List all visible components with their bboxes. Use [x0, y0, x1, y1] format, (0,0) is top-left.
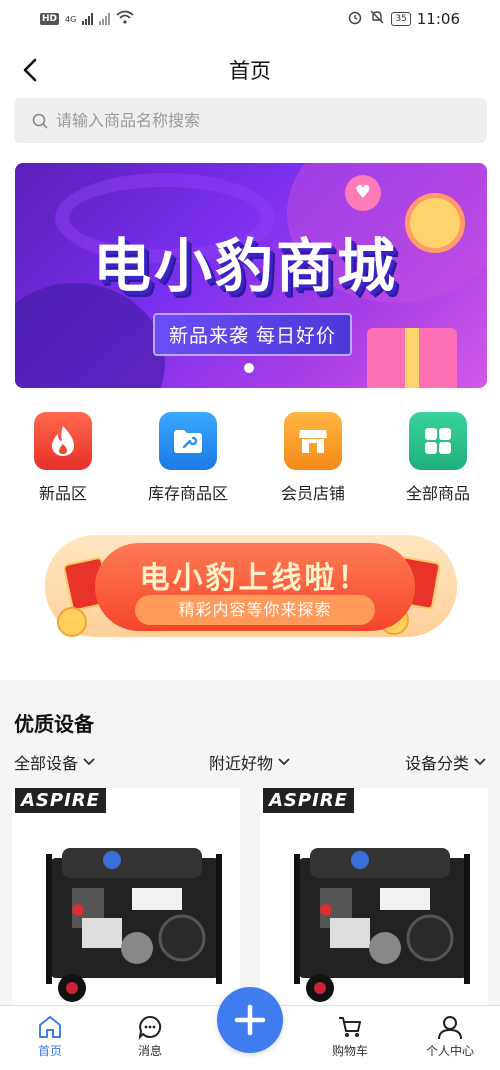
tab-home[interactable]: 首页 [10, 1014, 90, 1059]
tab-label: 首页 [37, 1044, 62, 1058]
featured-equipment-section: 优质设备 全部设备 附近好物 设备分类 ASPIRE ASPIRE [0, 680, 500, 1008]
section-title: 优质设备 [14, 712, 94, 736]
coin-icon [57, 607, 87, 637]
cart-icon [339, 1017, 361, 1037]
quick-nav-label: 新品区 [38, 484, 87, 503]
battery-icon: 35 [391, 12, 411, 26]
quick-nav-label: 会员店铺 [280, 484, 345, 503]
banner-subtitle: 新品来袭 每日好价 [153, 313, 353, 356]
tab-messages[interactable]: 消息 [110, 1014, 190, 1059]
clock-time: 11:06 [416, 10, 460, 28]
status-left: HD 4G [40, 10, 134, 28]
quick-nav-new[interactable]: 新品区 [3, 412, 123, 504]
chevron-down-icon [83, 758, 95, 766]
filter-nearby[interactable]: 附近好物 [209, 750, 291, 774]
brand-logo: ASPIRE [263, 788, 354, 813]
folder-wrench-icon [159, 412, 217, 470]
alarm-icon [347, 9, 363, 29]
message-icon [138, 1015, 162, 1040]
filter-category[interactable]: 设备分类 [405, 750, 487, 774]
tab-profile[interactable]: 个人中心 [410, 1014, 490, 1059]
mute-icon [369, 9, 385, 29]
clock-icon [405, 193, 465, 253]
launch-promo[interactable]: 电小豹上线啦！ 精彩内容等你来探索 [45, 535, 457, 643]
chevron-left-icon [23, 58, 37, 82]
shop-icon [284, 412, 342, 470]
quick-nav-member-shop[interactable]: 会员店铺 [253, 412, 373, 504]
quick-nav-label: 库存商品区 [147, 484, 228, 503]
quick-nav: 新品区 库存商品区 会员店铺 全部商品 [0, 412, 500, 507]
filter-label: 附近好物 [209, 754, 274, 773]
generator-image [46, 848, 222, 1002]
generator-image [294, 848, 470, 1002]
plus-icon [234, 1004, 266, 1036]
brand-logo: ASPIRE [15, 788, 106, 813]
filter-all-equipment[interactable]: 全部设备 [14, 750, 96, 774]
tab-label: 购物车 [331, 1044, 368, 1058]
add-button[interactable] [217, 987, 283, 1053]
page-title: 首页 [229, 59, 271, 83]
nav-header: 首页 [0, 48, 500, 92]
network-label: 4G [65, 14, 77, 24]
tab-label: 消息 [137, 1044, 162, 1058]
status-right: 35 11:06 [347, 9, 460, 29]
gift-icon [367, 328, 457, 388]
search-input[interactable] [56, 111, 456, 130]
wifi-icon [116, 10, 134, 28]
filter-label: 全部设备 [14, 754, 79, 773]
back-button[interactable] [16, 54, 44, 86]
flame-icon [34, 412, 92, 470]
promo-subtitle: 精彩内容等你来探索 [135, 595, 375, 625]
hd-badge: HD [40, 13, 60, 25]
tab-label: 个人中心 [425, 1044, 474, 1058]
grid-icon [409, 412, 467, 470]
promo-inner: 电小豹上线啦！ 精彩内容等你来探索 [95, 543, 415, 631]
quick-nav-stock[interactable]: 库存商品区 [128, 412, 248, 504]
promo-title: 电小豹上线啦！ [139, 561, 371, 596]
promo-banner[interactable]: ♥ 电小豹商城 新品来袭 每日好价 [15, 163, 487, 388]
tab-cart[interactable]: 购物车 [310, 1014, 390, 1059]
home-icon [39, 1016, 61, 1038]
status-bar: HD 4G 35 11:06 [0, 0, 500, 38]
quick-nav-all-products[interactable]: 全部商品 [378, 412, 498, 504]
banner-title: 电小豹商城 [93, 232, 399, 300]
signal-secondary-icon [99, 13, 111, 25]
chevron-down-icon [474, 758, 486, 766]
filter-label: 设备分类 [405, 754, 470, 773]
carousel-indicator[interactable] [244, 363, 254, 373]
search-bar[interactable] [14, 98, 487, 143]
chevron-down-icon [278, 758, 290, 766]
quick-nav-label: 全部商品 [405, 484, 470, 503]
product-card[interactable]: ASPIRE [12, 788, 240, 1008]
search-icon [32, 113, 48, 129]
signal-icon [82, 13, 94, 25]
product-card[interactable]: ASPIRE [260, 788, 488, 1008]
user-icon [438, 1016, 462, 1040]
heart-icon: ♥ [345, 175, 381, 211]
